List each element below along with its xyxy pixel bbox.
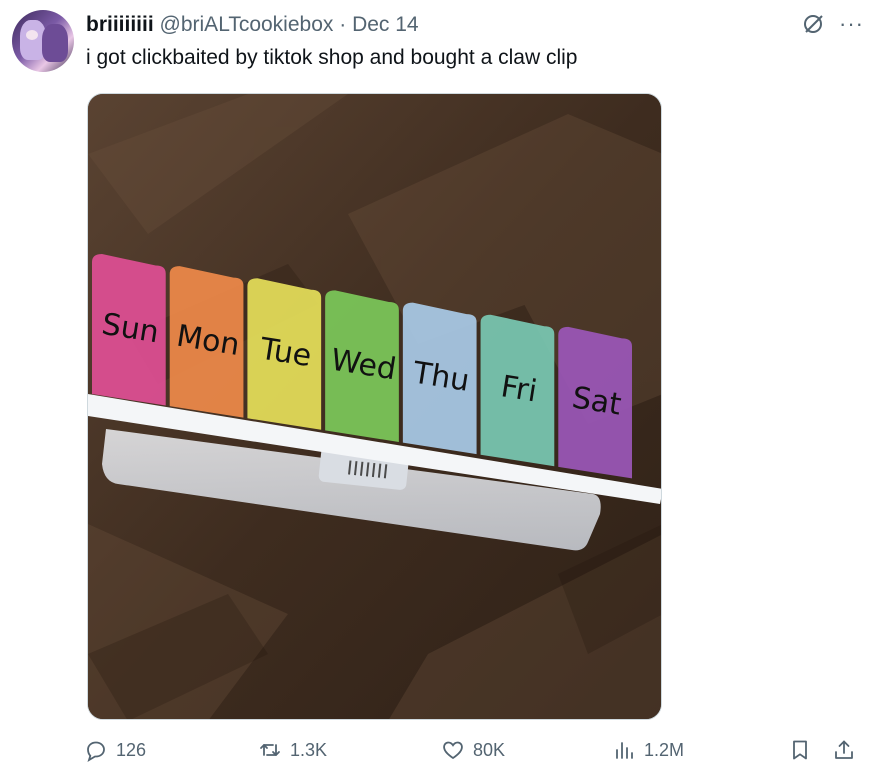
- like-button[interactable]: 80K: [441, 738, 505, 762]
- repost-button[interactable]: 1.3K: [258, 738, 327, 762]
- share-button[interactable]: [832, 738, 856, 762]
- reply-icon: [87, 741, 105, 762]
- repost-icon: [260, 744, 280, 756]
- more-icon[interactable]: ···: [839, 13, 864, 35]
- reply-button[interactable]: 126: [84, 738, 146, 762]
- view-count: 1.2M: [644, 739, 685, 760]
- pill-organizer-photo: Sun Mon Tue Wed Thu Fri Sat: [88, 94, 661, 719]
- share-icon: [835, 740, 853, 759]
- header-separator: ·: [339, 13, 347, 36]
- bookmark-button[interactable]: [788, 738, 812, 762]
- views-button[interactable]: 1.2M: [612, 738, 684, 762]
- compartment-label: Fri: [499, 369, 540, 409]
- author-handle[interactable]: @briALTcookiebox: [160, 13, 334, 36]
- grok-icon[interactable]: [801, 12, 825, 36]
- like-count: 80K: [473, 739, 506, 760]
- tweet-date[interactable]: Dec 14: [352, 13, 419, 36]
- heart-icon: [443, 741, 463, 760]
- repost-count: 1.3K: [290, 739, 328, 760]
- avatar-figure: [42, 24, 68, 62]
- bookmark-icon: [793, 740, 807, 760]
- tweet-text: i got clickbaited by tiktok shop and bou…: [86, 46, 578, 69]
- avatar-face: [26, 30, 38, 40]
- author-display-name[interactable]: briiiiiiii: [86, 13, 154, 36]
- tweet-image[interactable]: Sun Mon Tue Wed Thu Fri Sat: [87, 93, 662, 720]
- avatar[interactable]: [12, 10, 74, 72]
- top-actions: ···: [801, 12, 864, 36]
- views-icon: [616, 742, 633, 759]
- reply-count: 126: [116, 739, 147, 760]
- tweet-header: briiiiiiii @briALTcookiebox · Dec 14: [86, 12, 419, 38]
- tweet-actions-bar: 126 1.3K 80K 1.2M: [0, 728, 882, 772]
